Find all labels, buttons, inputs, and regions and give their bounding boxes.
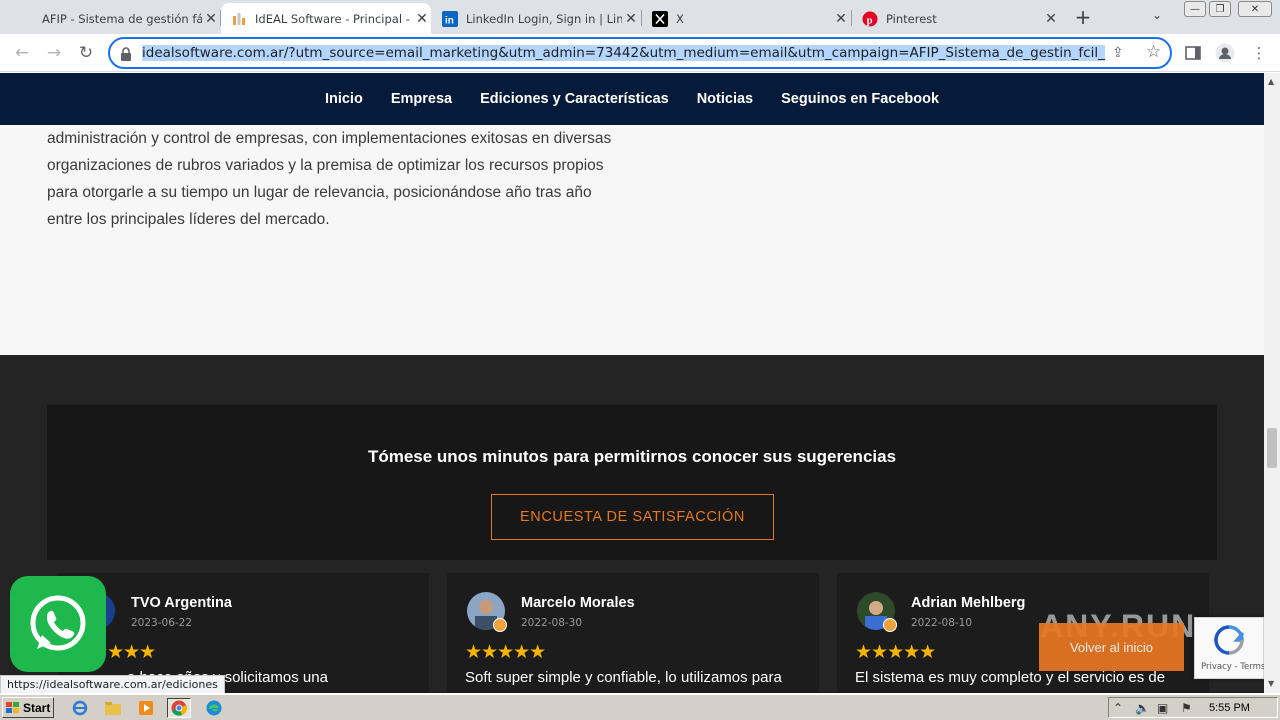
tab-linkedin[interactable]: in LinkedIn Login, Sign in | Linked ✕ <box>432 3 640 34</box>
page-scrollbar[interactable]: ▲ ▼ <box>1264 73 1280 693</box>
recaptcha-badge[interactable]: Privacy - Terms <box>1194 617 1264 679</box>
media-player-icon[interactable] <box>136 698 156 718</box>
tray-expand-icon[interactable]: ⌃ <box>1113 701 1123 715</box>
flag-icon[interactable]: ⚑ <box>1181 701 1192 715</box>
close-icon[interactable]: ✕ <box>832 11 850 27</box>
star-rating: ★★★★★ <box>855 641 936 663</box>
network-icon[interactable]: ▣ <box>1157 701 1168 715</box>
nav-noticias[interactable]: Noticias <box>697 91 753 107</box>
volume-icon[interactable]: 🔈 <box>1135 701 1150 715</box>
url-selection: idealsoftware.com.ar/?utm_source=email_m… <box>142 45 1105 61</box>
tab-title: X <box>676 11 684 26</box>
ie-icon[interactable] <box>70 698 90 718</box>
bookmark-star-icon[interactable]: ☆ <box>1146 42 1161 62</box>
folder-icon[interactable] <box>103 698 123 718</box>
share-icon[interactable]: ⇪ <box>1112 45 1124 61</box>
tab-title: LinkedIn Login, Sign in | Linked <box>466 11 622 26</box>
forward-icon[interactable]: → <box>42 41 66 65</box>
start-button[interactable]: Start <box>2 697 54 718</box>
tab-pinterest[interactable]: p Pinterest ✕ <box>852 3 1060 34</box>
survey-box: Tómese unos minutos para permitirnos con… <box>47 405 1217 560</box>
reviewer-name: Adrian Mehlberg <box>911 595 1026 611</box>
ideal-favicon <box>231 11 247 27</box>
tab-title: AFIP - Sistema de gestión fácil <box>42 11 202 26</box>
nav-empresa[interactable]: Empresa <box>391 91 452 107</box>
new-tab-button[interactable]: + <box>1072 5 1094 29</box>
review-text: El sistema es muy completo y el servicio… <box>855 669 1166 686</box>
about-line: administración y control de empresas, co… <box>47 130 612 147</box>
site-navigation: Inicio Empresa Ediciones y Característic… <box>0 73 1264 125</box>
browser-tab-strip: AFIP - Sistema de gestión fácil ✕ IdEAL … <box>0 0 1280 34</box>
tab-title: IdEAL Software - Principal - Sis <box>255 11 413 26</box>
page-viewport: Inicio Empresa Ediciones y Característic… <box>0 73 1264 693</box>
close-icon[interactable]: ✕ <box>622 11 640 27</box>
status-bar-url: https://idealsoftware.com.ar/ediciones <box>0 675 225 693</box>
tab-x[interactable]: X ✕ <box>642 3 850 34</box>
close-icon[interactable]: ✕ <box>413 11 431 27</box>
about-line: entre los principales líderes del mercad… <box>47 211 330 228</box>
star-rating: ★★★★★ <box>465 641 546 663</box>
nav-inicio[interactable]: Inicio <box>325 91 363 107</box>
whatsapp-button[interactable] <box>10 576 106 672</box>
restore-button[interactable]: ❐ <box>1209 1 1231 17</box>
recaptcha-icon <box>1214 625 1245 655</box>
tab-ideal-software[interactable]: IdEAL Software - Principal - Sis ✕ <box>221 3 431 34</box>
scrollbar-thumb[interactable] <box>1267 428 1277 468</box>
side-panel-icon[interactable] <box>1182 42 1204 64</box>
reviewer-name: TVO Argentina <box>131 595 232 611</box>
scroll-down-icon[interactable]: ▼ <box>1268 679 1274 688</box>
review-card: Marcelo Morales 2022-08-30 ★★★★★ Soft su… <box>447 573 819 693</box>
pinterest-favicon: p <box>862 11 878 27</box>
lock-icon <box>120 46 134 61</box>
windows-taskbar: Start ⌃ 🔈 ▣ ⚑ 5:55 PM <box>0 694 1280 720</box>
windows-logo-icon <box>6 701 19 713</box>
system-tray: ⌃ 🔈 ▣ ⚑ 5:55 PM <box>1108 697 1278 718</box>
back-to-top-button[interactable]: Volver al inicio <box>1039 623 1184 671</box>
address-bar[interactable]: idealsoftware.com.ar/?utm_source=email_m… <box>108 37 1172 69</box>
close-icon[interactable]: ✕ <box>1042 11 1060 27</box>
taskbar-clock[interactable]: 5:55 PM <box>1209 702 1250 714</box>
about-line: organizaciones de rubros variados y la p… <box>47 157 604 174</box>
chrome-icon[interactable] <box>167 698 191 718</box>
whatsapp-icon <box>30 595 86 651</box>
google-badge-icon <box>883 618 897 632</box>
reviewer-name: Marcelo Morales <box>521 595 635 611</box>
browser-toolbar: ← → ↻ idealsoftware.com.ar/?utm_source=e… <box>0 34 1280 72</box>
survey-button[interactable]: ENCUESTA DE SATISFACCIÓN <box>491 494 774 540</box>
svg-text:in: in <box>445 15 454 26</box>
survey-heading: Tómese unos minutos para permitirnos con… <box>367 447 897 466</box>
close-icon[interactable]: ✕ <box>202 11 220 27</box>
svg-text:p: p <box>867 14 873 26</box>
linkedin-favicon: in <box>442 10 458 27</box>
reload-icon[interactable]: ↻ <box>74 41 98 65</box>
url-text[interactable]: idealsoftware.com.ar/?utm_source=email_m… <box>142 45 1105 62</box>
review-date: 2023-06-22 <box>131 617 193 629</box>
kebab-menu-icon[interactable]: ⋮ <box>1248 42 1270 64</box>
minimize-button[interactable]: — <box>1184 1 1206 17</box>
nav-facebook[interactable]: Seguinos en Facebook <box>781 91 939 107</box>
google-badge-icon <box>493 618 507 632</box>
about-line: para otorgarle a su tiempo un lugar de r… <box>47 184 592 201</box>
chevron-down-icon[interactable]: ⌄ <box>1152 8 1162 22</box>
recaptcha-terms[interactable]: Privacy - Terms <box>1201 662 1264 672</box>
tab-title: Pinterest <box>886 11 937 26</box>
scroll-up-icon[interactable]: ▲ <box>1268 77 1274 86</box>
back-icon[interactable]: ← <box>10 41 34 65</box>
edge-icon[interactable] <box>204 698 224 718</box>
review-text: Soft super simple y confiable, lo utiliz… <box>465 669 782 686</box>
about-paragraph: administración y control de empresas, co… <box>47 125 627 233</box>
start-label: Start <box>23 700 51 715</box>
review-date: 2022-08-10 <box>911 617 973 629</box>
tab-afip[interactable]: AFIP - Sistema de gestión fácil ✕ <box>32 3 220 34</box>
review-date: 2022-08-30 <box>521 617 583 629</box>
nav-ediciones[interactable]: Ediciones y Características <box>480 91 669 107</box>
x-favicon <box>652 10 668 27</box>
close-window-button[interactable]: ✕ <box>1238 1 1272 17</box>
profile-avatar-icon[interactable] <box>1214 42 1236 64</box>
